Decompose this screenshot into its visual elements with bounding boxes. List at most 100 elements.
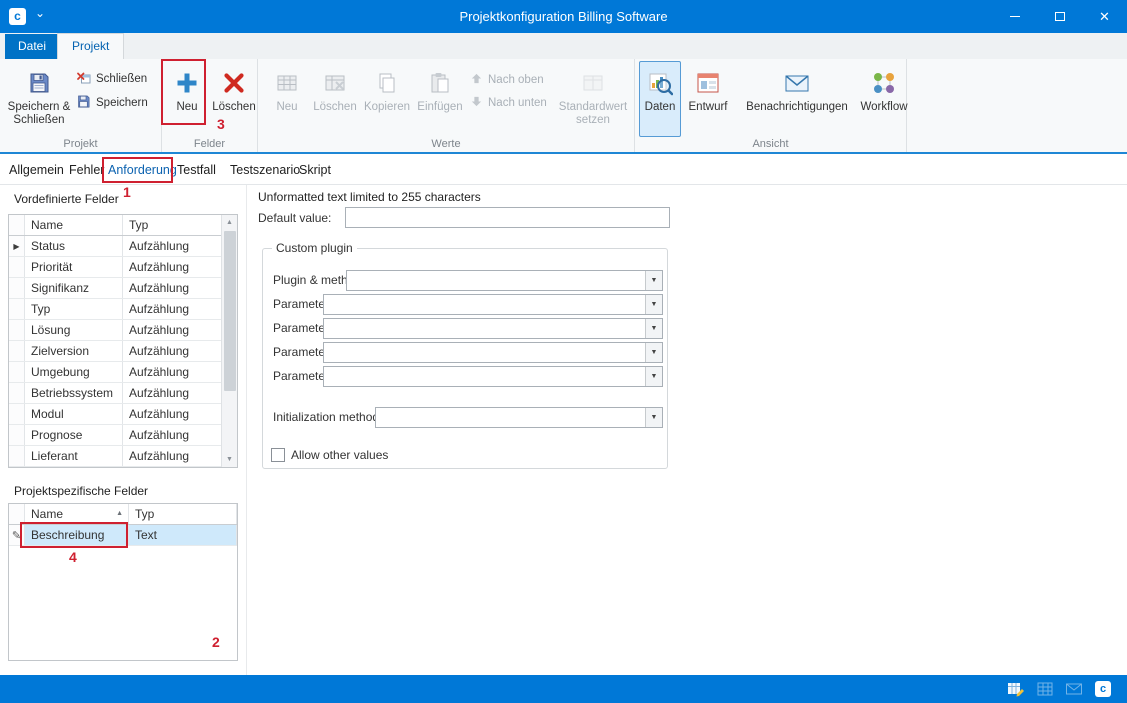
edit-pencil-icon: ✎ <box>12 529 21 542</box>
save-project-button[interactable]: Speichern <box>76 92 148 114</box>
scrollbar-thumb[interactable] <box>224 231 236 391</box>
annotation-number-2: 2 <box>212 634 220 650</box>
tab-anforderung[interactable]: Anforderung <box>108 156 177 184</box>
close-button[interactable]: ✕ <box>1082 0 1127 33</box>
status-mail-icon[interactable] <box>1064 679 1084 699</box>
table-row[interactable]: Priorität Aufzählung <box>9 257 237 278</box>
envelope-icon <box>784 67 810 99</box>
allow-other-values-checkbox[interactable] <box>271 448 285 462</box>
tab-fehler[interactable]: Fehler <box>69 156 104 184</box>
new-value-button: Neu <box>265 61 309 137</box>
view-workflow-button[interactable]: Workflow <box>861 61 907 137</box>
combo-arrow-icon[interactable]: ▼ <box>645 271 662 290</box>
scroll-down-icon[interactable]: ▼ <box>222 452 237 467</box>
ribbon-tab-datei[interactable]: Datei <box>5 34 59 59</box>
sort-ascending-icon: ▲ <box>116 504 123 524</box>
arrow-up-icon <box>470 72 483 88</box>
ribbon-tab-projekt[interactable]: Projekt <box>57 33 124 59</box>
combo-arrow-icon[interactable]: ▼ <box>645 408 662 427</box>
table-row[interactable]: Modul Aufzählung <box>9 404 237 425</box>
button-label: Speichern <box>96 97 148 109</box>
parameter4-combobox[interactable]: ▼ <box>323 366 663 387</box>
annotation-number-3: 3 <box>217 116 225 132</box>
close-icon: ✕ <box>1099 10 1110 23</box>
fields-panel: Vordefinierte Felder Name Typ ▶ Status A… <box>0 185 247 675</box>
column-header-typ[interactable]: Typ <box>123 215 237 235</box>
row-indicator: ✎ <box>9 525 25 545</box>
table-row[interactable]: Lieferant Aufzählung <box>9 446 237 467</box>
button-label: Workflow <box>860 101 907 114</box>
column-header-typ[interactable]: Typ <box>129 504 237 524</box>
parameter3-combobox[interactable]: ▼ <box>323 342 663 363</box>
predefined-fields-table[interactable]: Name Typ ▶ Status Aufzählung Priorität A… <box>8 214 238 468</box>
delete-value-button: Löschen <box>311 61 359 137</box>
button-label-line: setzen <box>576 114 610 126</box>
parameter1-combobox[interactable]: ▼ <box>323 294 663 315</box>
grid-delete-icon <box>324 67 346 99</box>
tab-allgemein[interactable]: Allgemein <box>9 156 64 184</box>
cell-typ: Aufzählung <box>123 320 237 340</box>
button-label: Neu <box>276 101 297 114</box>
field-type-info-text: Unformatted text limited to 255 characte… <box>258 190 481 204</box>
default-value-input[interactable] <box>345 207 670 228</box>
cell-typ: Aufzählung <box>123 446 237 466</box>
annotation-number-4: 4 <box>69 549 77 565</box>
status-app-logo-icon[interactable]: c <box>1093 679 1113 699</box>
cell-name: Zielversion <box>25 341 123 361</box>
view-notifications-button[interactable]: Benachrichtigungen <box>735 61 859 137</box>
custom-plugin-groupbox: Custom plugin Plugin & method ▼ Paramete… <box>262 248 668 469</box>
cell-name: Betriebssystem <box>25 383 123 403</box>
custom-plugin-title: Custom plugin <box>272 241 357 255</box>
row-indicator <box>9 446 25 466</box>
table-row[interactable]: Signifikanz Aufzählung <box>9 278 237 299</box>
combo-arrow-icon[interactable]: ▼ <box>645 295 662 314</box>
cell-name: Status <box>25 236 123 256</box>
view-data-button[interactable]: Daten <box>639 61 681 137</box>
save-close-icon <box>27 67 51 99</box>
close-project-button[interactable]: Schließen <box>76 68 147 90</box>
status-table-icon[interactable] <box>1035 679 1055 699</box>
titlebar: c ⌄ Projektkonfiguration Billing Softwar… <box>0 0 1127 33</box>
tab-testfall[interactable]: Testfall <box>177 156 216 184</box>
new-field-button[interactable]: Neu <box>165 61 209 137</box>
tab-skript[interactable]: Skript <box>299 156 331 184</box>
save-and-close-button[interactable]: Speichern & Schließen <box>6 61 72 137</box>
parameter2-combobox[interactable]: ▼ <box>323 318 663 339</box>
combo-arrow-icon[interactable]: ▼ <box>645 343 662 362</box>
window-title: Projektkonfiguration Billing Software <box>0 0 1127 33</box>
column-header-name[interactable]: Name ▲ <box>25 504 129 524</box>
tab-testszenario[interactable]: Testszenario <box>230 156 300 184</box>
row-indicator-header <box>9 215 25 235</box>
table-row[interactable]: Betriebssystem Aufzählung <box>9 383 237 404</box>
table-row[interactable]: Lösung Aufzählung <box>9 320 237 341</box>
combo-arrow-icon[interactable]: ▼ <box>645 367 662 386</box>
column-header-label: Name <box>31 504 63 524</box>
group-label-werte: Werte <box>258 138 634 150</box>
plugin-method-combobox[interactable]: ▼ <box>346 270 663 291</box>
row-indicator-header <box>9 504 25 524</box>
copy-icon <box>376 67 398 99</box>
row-indicator <box>9 383 25 403</box>
initialization-method-combobox[interactable]: ▼ <box>375 407 663 428</box>
view-design-button[interactable]: Entwurf <box>685 61 731 137</box>
group-label-felder: Felder <box>162 138 257 150</box>
scroll-up-icon[interactable]: ▲ <box>222 215 237 230</box>
combo-arrow-icon[interactable]: ▼ <box>645 319 662 338</box>
maximize-button[interactable] <box>1037 0 1082 33</box>
row-indicator <box>9 425 25 445</box>
table-row[interactable]: Zielversion Aufzählung <box>9 341 237 362</box>
table-row[interactable]: Umgebung Aufzählung <box>9 362 237 383</box>
page-tab-strip: Allgemein Fehler Anforderung Testfall Te… <box>0 156 1127 185</box>
status-fields-icon[interactable] <box>1006 679 1026 699</box>
minimize-button[interactable] <box>992 0 1037 33</box>
table-row[interactable]: ▶ Status Aufzählung <box>9 236 237 257</box>
vertical-scrollbar[interactable]: ▲ ▼ <box>221 215 237 467</box>
table-row[interactable]: Prognose Aufzählung <box>9 425 237 446</box>
ribbon: Speichern & Schließen Schließen Speicher… <box>0 59 1127 154</box>
project-fields-table[interactable]: Name ▲ Typ ✎ Beschreibung Text <box>8 503 238 661</box>
button-label-line: Standardwert <box>559 101 627 113</box>
column-header-name[interactable]: Name <box>25 215 123 235</box>
default-value-label: Default value: <box>258 211 331 225</box>
table-row[interactable]: Typ Aufzählung <box>9 299 237 320</box>
table-row-selected[interactable]: ✎ Beschreibung Text <box>9 525 237 546</box>
